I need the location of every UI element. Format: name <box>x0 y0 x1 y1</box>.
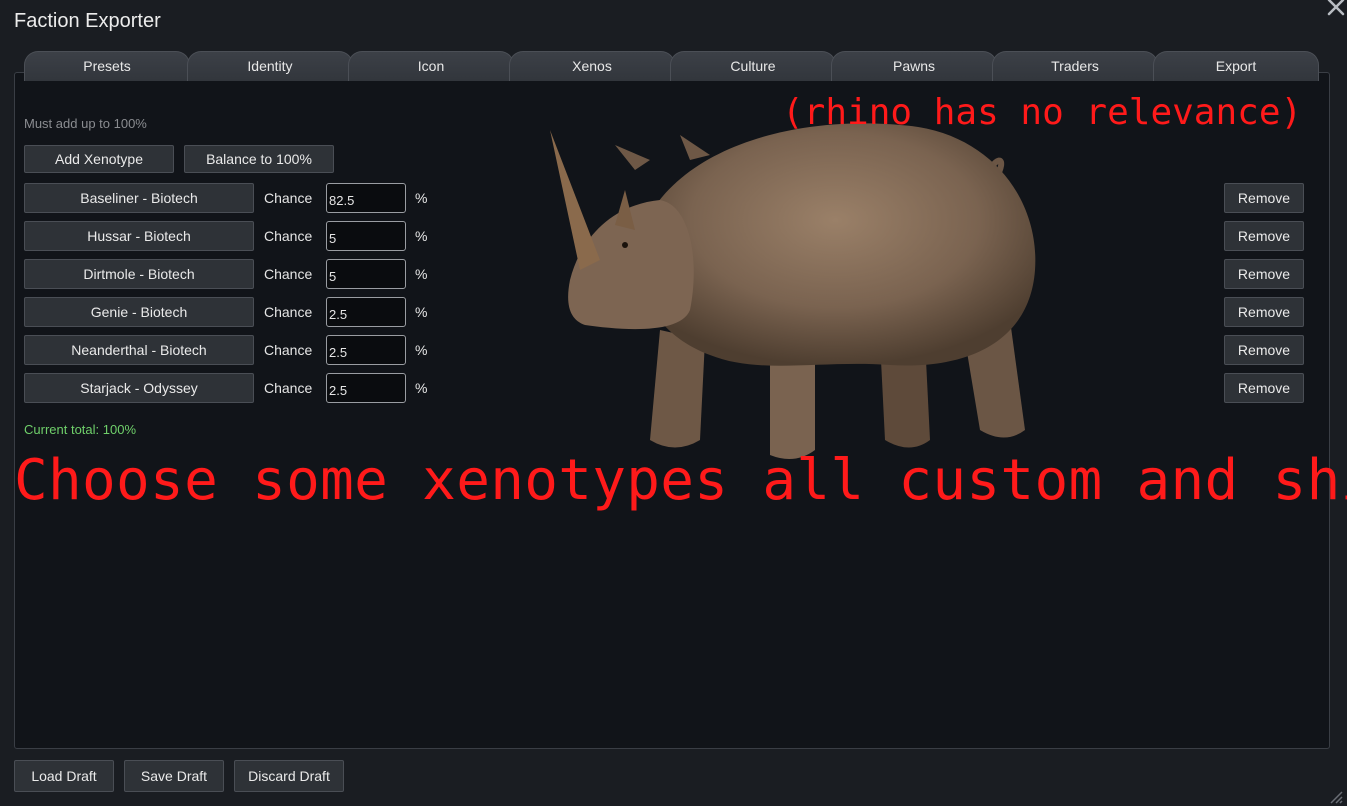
remove-button-genie[interactable]: Remove <box>1224 297 1304 327</box>
close-icon[interactable] <box>1323 0 1347 18</box>
chance-label: Chance <box>264 342 313 358</box>
tab-traders[interactable]: Traders <box>992 51 1158 81</box>
remove-button-dirtmole[interactable]: Remove <box>1224 259 1304 289</box>
chance-input-baseliner[interactable] <box>326 183 406 213</box>
hint-text: Must add up to 100% <box>24 116 147 131</box>
tab-export[interactable]: Export <box>1153 51 1319 81</box>
percent-sign: % <box>415 304 428 320</box>
overlay-note: (rhino has no relevance) <box>782 92 1303 133</box>
xenotype-button-baseliner[interactable]: Baseliner - Biotech <box>24 183 254 213</box>
chance-input-neanderthal[interactable] <box>326 335 406 365</box>
tab-presets[interactable]: Presets <box>24 51 190 81</box>
add-xenotype-button[interactable]: Add Xenotype <box>24 145 174 173</box>
tab-icon[interactable]: Icon <box>348 51 514 81</box>
chance-label: Chance <box>264 380 313 396</box>
xenotype-button-genie[interactable]: Genie - Biotech <box>24 297 254 327</box>
percent-sign: % <box>415 190 428 206</box>
remove-button-hussar[interactable]: Remove <box>1224 221 1304 251</box>
chance-input-hussar[interactable] <box>326 221 406 251</box>
xenotype-button-neanderthal[interactable]: Neanderthal - Biotech <box>24 335 254 365</box>
tab-bar: Presets Identity Icon Xenos Culture Pawn… <box>24 51 1320 81</box>
tab-identity[interactable]: Identity <box>187 51 353 81</box>
tab-xenos[interactable]: Xenos <box>509 51 675 81</box>
chance-label: Chance <box>264 304 313 320</box>
chance-input-dirtmole[interactable] <box>326 259 406 289</box>
percent-sign: % <box>415 228 428 244</box>
chance-input-starjack[interactable] <box>326 373 406 403</box>
percent-sign: % <box>415 380 428 396</box>
xenotype-button-starjack[interactable]: Starjack - Odyssey <box>24 373 254 403</box>
xenotype-button-dirtmole[interactable]: Dirtmole - Biotech <box>24 259 254 289</box>
remove-button-starjack[interactable]: Remove <box>1224 373 1304 403</box>
chance-label: Chance <box>264 228 313 244</box>
resize-grip-icon[interactable] <box>1329 790 1343 804</box>
remove-button-neanderthal[interactable]: Remove <box>1224 335 1304 365</box>
xenotype-button-hussar[interactable]: Hussar - Biotech <box>24 221 254 251</box>
percent-sign: % <box>415 266 428 282</box>
chance-label: Chance <box>264 190 313 206</box>
tab-culture[interactable]: Culture <box>670 51 836 81</box>
window-title: Faction Exporter <box>14 10 161 32</box>
current-total: Current total: 100% <box>24 422 137 437</box>
balance-button[interactable]: Balance to 100% <box>184 145 334 173</box>
save-draft-button[interactable]: Save Draft <box>124 760 224 792</box>
percent-sign: % <box>415 342 428 358</box>
chance-label: Chance <box>264 266 313 282</box>
load-draft-button[interactable]: Load Draft <box>14 760 114 792</box>
tab-pawns[interactable]: Pawns <box>831 51 997 81</box>
chance-input-genie[interactable] <box>326 297 406 327</box>
remove-button-baseliner[interactable]: Remove <box>1224 183 1304 213</box>
discard-draft-button[interactable]: Discard Draft <box>234 760 344 792</box>
rhino-image <box>550 123 1036 459</box>
overlay-caption: Choose some xenotypes all custom and shi… <box>14 448 1347 513</box>
